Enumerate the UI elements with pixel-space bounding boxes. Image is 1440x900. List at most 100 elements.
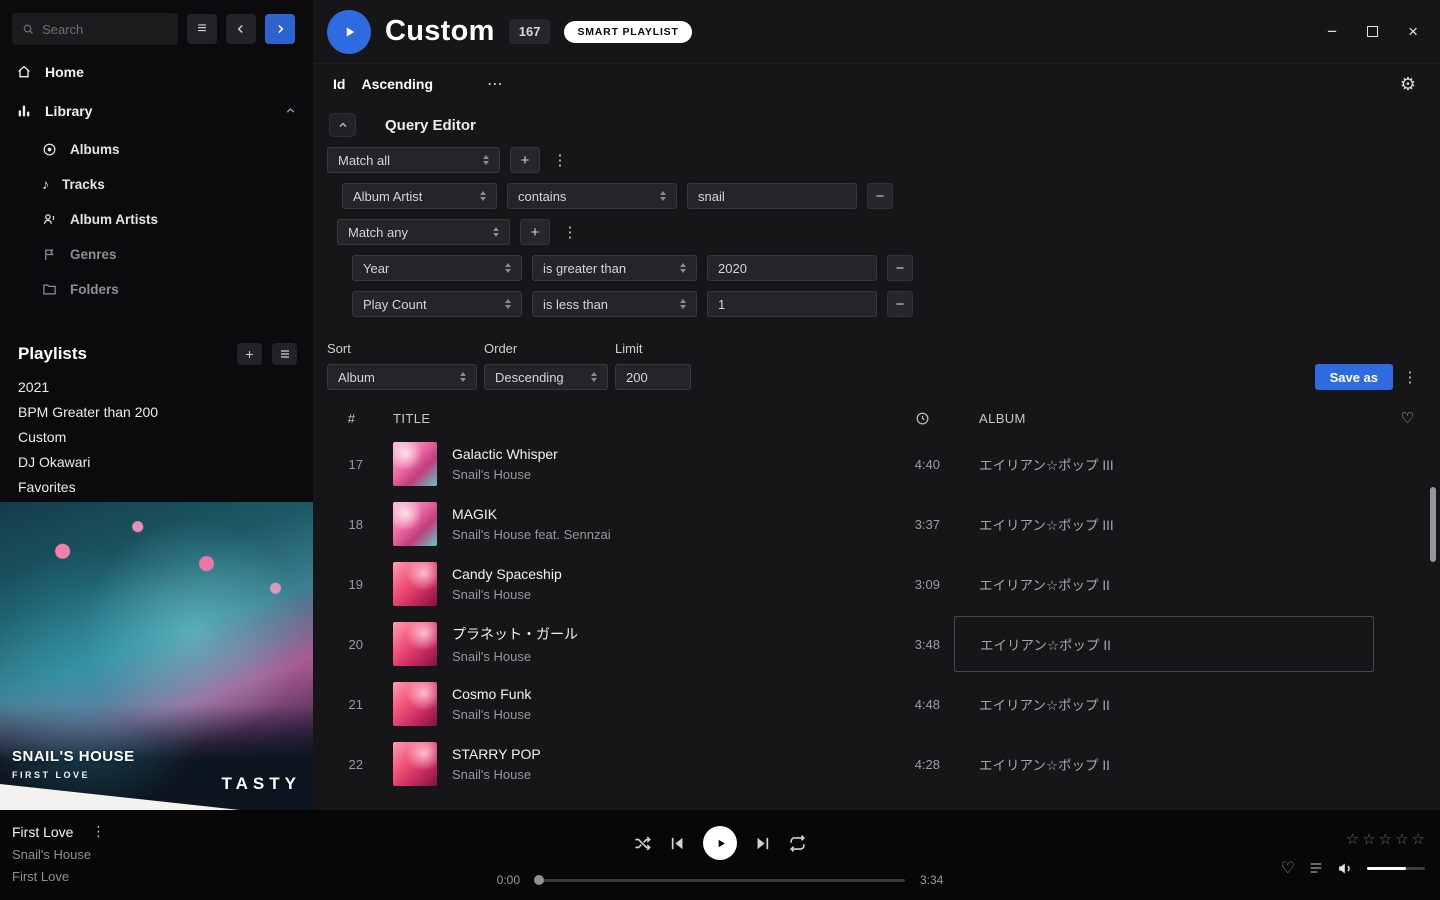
column-title[interactable]: TITLE — [363, 411, 864, 426]
sidebar-item-genres[interactable]: Genres — [0, 237, 313, 272]
sidebar-item-album-artists[interactable]: Album Artists — [0, 202, 313, 237]
remove-rule-button[interactable]: − — [867, 183, 893, 209]
collapse-query-editor-button[interactable] — [329, 113, 356, 137]
track-row[interactable]: 19 Candy Spaceship Snail's House 3:09 エイ… — [313, 554, 1440, 614]
track-row[interactable]: 22 STARRY POP Snail's House 4:28 エイリアン☆ポ… — [313, 734, 1440, 794]
track-row[interactable]: 17 Galactic Whisper Snail's House 4:40 エ… — [313, 434, 1440, 494]
volume-slider[interactable] — [1367, 867, 1425, 870]
rule-operator-select[interactable]: contains — [507, 183, 677, 209]
add-playlist-button[interactable]: + — [237, 343, 262, 365]
query-menu-button[interactable]: ⋮ — [1400, 364, 1420, 390]
chevron-up-icon — [337, 119, 349, 131]
seek-bar[interactable] — [535, 879, 905, 882]
menu-button[interactable]: ≡ — [187, 14, 217, 44]
repeat-button[interactable] — [788, 834, 807, 853]
star-icon[interactable]: ☆ — [1395, 830, 1408, 848]
add-rule-button[interactable]: + — [510, 147, 540, 173]
playlist-item[interactable]: DJ Okawari — [0, 450, 313, 475]
group-menu-button[interactable]: ⋮ — [560, 219, 580, 245]
sidebar-toolbar: ≡ — [0, 0, 313, 53]
seek-handle[interactable] — [534, 875, 544, 885]
column-album[interactable]: ALBUM — [954, 411, 1374, 426]
rule-operator-select[interactable]: is greater than — [532, 255, 697, 281]
rule-value-input[interactable] — [707, 291, 877, 317]
track-album[interactable]: エイリアン☆ポップ II — [954, 676, 1374, 732]
add-rule-button[interactable]: + — [520, 219, 550, 245]
column-favorite[interactable]: ♡ — [1374, 409, 1414, 427]
sort-direction-button[interactable]: Ascending — [361, 76, 433, 92]
rule-value-input[interactable] — [707, 255, 877, 281]
next-button[interactable] — [754, 835, 771, 852]
match-mode-select[interactable]: Match any — [337, 219, 510, 245]
playlist-item[interactable]: Favorites — [0, 475, 313, 500]
playlist-item[interactable]: 2021 — [0, 375, 313, 400]
track-number: 21 — [313, 697, 363, 712]
scrollbar-thumb[interactable] — [1430, 487, 1436, 562]
track-row[interactable]: 18 MAGIK Snail's House feat. Sennzai 3:3… — [313, 494, 1440, 554]
search-box[interactable] — [12, 13, 178, 45]
star-icon[interactable]: ☆ — [1379, 830, 1392, 848]
track-album[interactable]: エイリアン☆ポップ III — [954, 436, 1374, 492]
star-icon[interactable]: ☆ — [1362, 830, 1375, 848]
chevron-up-icon[interactable] — [284, 104, 297, 117]
sort-select[interactable]: Album — [327, 364, 477, 390]
column-duration[interactable] — [864, 411, 954, 426]
previous-button[interactable] — [669, 835, 686, 852]
track-row[interactable]: 20 プラネット・ガール Snail's House 3:48 エイリアン☆ポッ… — [313, 614, 1440, 674]
now-playing-album-art[interactable]: SNAIL'S HOUSE FIRST LOVE TASTY — [0, 502, 313, 810]
play-pause-button[interactable] — [703, 826, 737, 860]
sort-field-button[interactable]: Id — [333, 76, 345, 92]
track-album[interactable]: エイリアン☆ポップ III — [954, 496, 1374, 552]
playlist-list-button[interactable] — [272, 343, 297, 365]
sidebar-item-home[interactable]: Home — [0, 53, 313, 91]
more-options-button[interactable]: ⋯ — [487, 74, 503, 94]
rule-operator-select[interactable]: is less than — [532, 291, 697, 317]
minus-icon: − — [876, 188, 885, 205]
track-album[interactable]: エイリアン☆ポップ II — [954, 556, 1374, 612]
album-art-thumbnail — [393, 562, 437, 606]
rule-value-input[interactable] — [687, 183, 857, 209]
album-art-thumbnail — [393, 742, 437, 786]
select-arrows-icon — [505, 299, 511, 309]
track-row[interactable]: 21 Cosmo Funk Snail's House 4:48 エイリアン☆ポ… — [313, 674, 1440, 734]
player-bar: First Love ⋮ Snail's House First Love — [0, 810, 1440, 900]
remove-rule-button[interactable]: − — [887, 255, 913, 281]
tracklist: 17 Galactic Whisper Snail's House 4:40 エ… — [313, 434, 1440, 794]
select-arrows-icon — [660, 191, 666, 201]
shuffle-button[interactable] — [633, 834, 652, 853]
close-button[interactable]: × — [1408, 23, 1418, 40]
nav-forward-button[interactable] — [265, 14, 295, 44]
minimize-button[interactable]: − — [1327, 23, 1337, 40]
remove-rule-button[interactable]: − — [887, 291, 913, 317]
rule-field-select[interactable]: Year — [352, 255, 522, 281]
match-mode-select[interactable]: Match all — [327, 147, 500, 173]
heart-icon: ♡ — [1401, 410, 1414, 427]
limit-input[interactable] — [615, 364, 691, 390]
star-icon[interactable]: ☆ — [1412, 830, 1425, 848]
track-album-focused[interactable]: エイリアン☆ポップ II — [954, 616, 1374, 672]
sidebar-item-folders[interactable]: Folders — [0, 272, 313, 307]
column-number[interactable]: # — [313, 411, 363, 426]
search-input[interactable] — [42, 22, 168, 37]
group-menu-button[interactable]: ⋮ — [550, 147, 570, 173]
track-menu-button[interactable]: ⋮ — [91, 823, 105, 840]
favorite-heart-button[interactable]: ♡ — [1281, 858, 1295, 878]
queue-icon[interactable] — [1308, 860, 1324, 876]
play-playlist-button[interactable] — [327, 10, 371, 54]
elapsed-time: 0:00 — [486, 873, 520, 887]
order-select[interactable]: Descending — [484, 364, 608, 390]
save-as-button[interactable]: Save as — [1315, 364, 1393, 390]
playlist-item[interactable]: Custom — [0, 425, 313, 450]
rule-field-select[interactable]: Play Count — [352, 291, 522, 317]
settings-gear-icon[interactable]: ⚙ — [1400, 74, 1416, 95]
track-album[interactable]: エイリアン☆ポップ II — [954, 736, 1374, 792]
star-icon[interactable]: ☆ — [1346, 830, 1359, 848]
volume-icon[interactable] — [1337, 860, 1354, 877]
maximize-button[interactable] — [1367, 26, 1378, 37]
rule-field-select[interactable]: Album Artist — [342, 183, 497, 209]
sidebar-item-library[interactable]: Library — [0, 91, 313, 129]
nav-back-button[interactable] — [226, 14, 256, 44]
sidebar-item-tracks[interactable]: ♪ Tracks — [0, 167, 313, 202]
playlist-item[interactable]: BPM Greater than 200 — [0, 400, 313, 425]
sidebar-item-albums[interactable]: Albums — [0, 132, 313, 167]
